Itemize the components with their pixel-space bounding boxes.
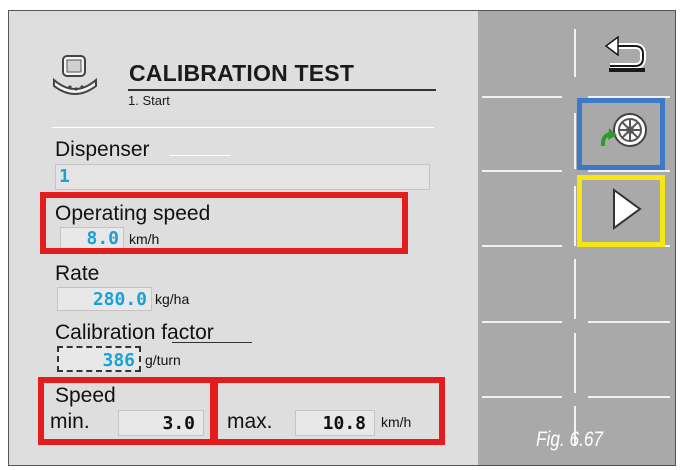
rate-value: 280.0 — [92, 289, 147, 310]
speed-min-highlight — [38, 377, 216, 445]
dispenser-value: 1 — [59, 166, 70, 187]
softkey-divider — [588, 321, 670, 323]
softkey-divider — [574, 186, 576, 246]
softkey-divider — [574, 259, 576, 319]
softkey-divider — [482, 245, 562, 247]
dispenser-label: Dispenser — [55, 138, 150, 161]
softkey-divider — [574, 113, 576, 169]
wheel-key-highlight — [577, 98, 665, 170]
next-key-highlight — [577, 175, 665, 247]
speed-max-highlight — [212, 377, 445, 445]
softkey-divider — [482, 396, 562, 398]
calibration-factor-unit: g/turn — [145, 352, 181, 368]
softkey-divider — [588, 396, 670, 398]
rate-unit: kg/ha — [155, 291, 190, 307]
softkey-divider — [574, 333, 576, 393]
calibration-factor-field[interactable]: 386 — [57, 346, 141, 372]
figure-caption: Fig. 6.67 — [536, 428, 604, 451]
page-subtitle: 1. Start — [128, 93, 170, 108]
header-separator — [52, 127, 434, 128]
title-underline — [128, 89, 436, 91]
softkey-divider — [482, 170, 562, 172]
softkey-divider — [574, 29, 576, 77]
back-button[interactable] — [586, 31, 666, 81]
softkey-divider — [482, 321, 562, 323]
dispenser-field[interactable]: 1 — [55, 164, 430, 190]
operating-speed-highlight — [40, 192, 408, 254]
back-arrow-icon — [604, 36, 646, 72]
softkey-divider — [588, 170, 670, 172]
page-title: CALIBRATION TEST — [129, 60, 355, 86]
dispenser-separator — [170, 155, 230, 156]
calibration-factor-underline — [172, 342, 252, 343]
rate-label: Rate — [55, 262, 100, 285]
calibration-factor-label: Calibration factor — [55, 321, 214, 344]
calibration-factor-value: 386 — [102, 350, 135, 371]
rate-field[interactable]: 280.0 — [57, 287, 152, 311]
calibration-test-icon — [50, 54, 100, 104]
softkey-divider — [482, 96, 562, 98]
terminal-screen: CALIBRATION TEST 1. Start Dispenser 1 Op… — [0, 0, 681, 470]
